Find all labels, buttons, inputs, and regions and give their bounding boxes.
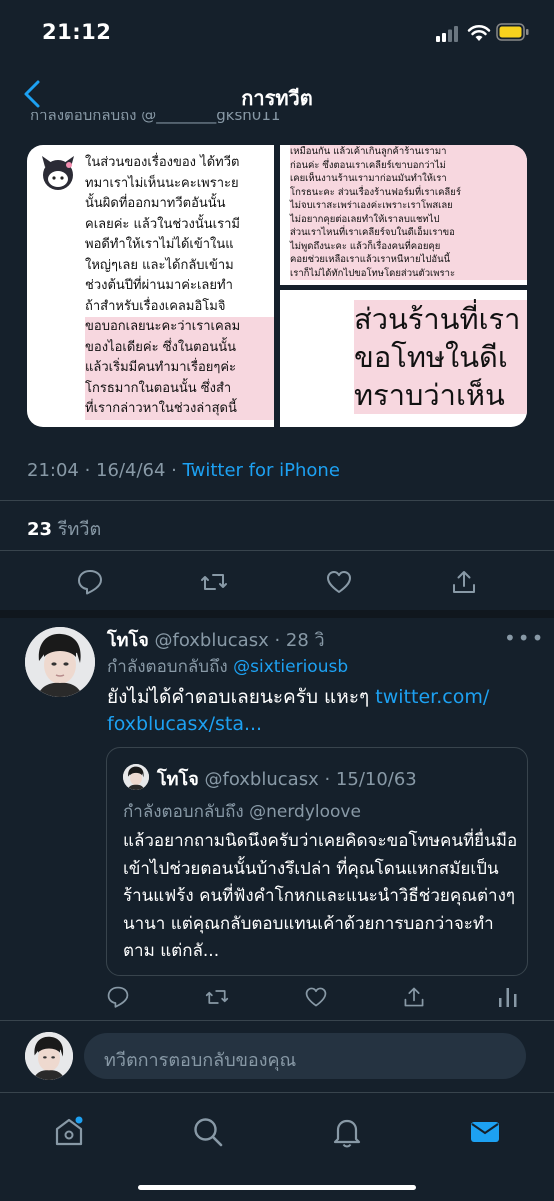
media-image-1[interactable]: ในส่วนของเรื่องของ ได้ทวีตทมาเราไม่เห็นน… bbox=[27, 145, 274, 427]
quoted-avatar-image bbox=[123, 764, 149, 790]
media-text-line: นั้นผิดที่ออกมาทวีตอันนั้น bbox=[85, 196, 226, 211]
page-title: การทวีต bbox=[241, 86, 313, 110]
signal-icon bbox=[436, 26, 458, 42]
my-avatar-image bbox=[25, 1032, 73, 1080]
kuromi-sticker-icon bbox=[42, 156, 74, 190]
media-text-line: ที่เรากล่าวหาในช่วงล่าสุดนี้ bbox=[85, 399, 274, 420]
compose-placeholder: ทวีตการตอบกลับของคุณ bbox=[104, 1050, 297, 1071]
media-text-line: ขอบอกเลยนะคะว่าเราเคลม bbox=[85, 317, 274, 338]
media-text-line: ก่อนค่ะ ซึ่งตอนเราเคลียร์เขาบอกว่าไม่ bbox=[290, 159, 446, 171]
quoted-text: แล้วอยากถามนิดนึงครับว่าเคยคิดจะขอโทษคนท… bbox=[123, 831, 518, 961]
home-icon[interactable] bbox=[52, 1115, 86, 1149]
media-text-line: ขอโทษในดีเ bbox=[354, 340, 508, 374]
media-text-line: ทมาเราไม่เห็นนะคะเพราะย bbox=[85, 175, 239, 191]
section-divider bbox=[0, 610, 554, 618]
divider bbox=[0, 1020, 554, 1021]
media-image-1-text: ในส่วนของเรื่องของ ได้ทวีตทมาเราไม่เห็นน… bbox=[85, 153, 274, 420]
like-icon[interactable] bbox=[304, 985, 328, 1009]
notifications-icon[interactable] bbox=[330, 1115, 364, 1149]
media-text-line: ใหญ่ๆเลย และได้กลับเข้าม bbox=[85, 257, 234, 273]
divider bbox=[0, 500, 554, 501]
status-time: 21:12 bbox=[42, 20, 112, 44]
tweet-time: 21:04 bbox=[27, 460, 79, 481]
reply-icon[interactable] bbox=[106, 985, 130, 1009]
home-indicator bbox=[138, 1185, 416, 1190]
media-image-3[interactable]: ส่วนร้านที่เราขอโทษในดีเทราบว่าเห็น bbox=[280, 290, 527, 427]
clipped-reply-line: กำลังตอบกลับถึง @________gksh011 bbox=[30, 112, 530, 132]
media-text-line: คอยช่วยเหลือเราแล้วเราหนีหายไปอันนี้ bbox=[290, 254, 451, 265]
status-bar: 21:12 bbox=[0, 0, 554, 66]
avatar-image bbox=[25, 627, 95, 697]
media-text-line: เคยเห็นงานร้านเรามาก่อนมันทำให้เรา bbox=[290, 173, 447, 184]
media-text-line: ไม่พูดถึงนะคะ แล้วก็เรื่องคนที่คอยคุย bbox=[290, 240, 441, 252]
clipped-reply-text: กำลังตอบกลับถึง @________gksh011 bbox=[30, 112, 281, 124]
media-text-line: เราก็ไม่ได้ทักไปขอโทษโดยส่วนตัวเพราะ bbox=[290, 267, 456, 279]
wifi-icon bbox=[467, 25, 491, 41]
media-text-line: ในส่วนของเรื่องของ ได้ทวีต bbox=[85, 155, 240, 170]
tweet-date: 16/4/64 bbox=[96, 460, 166, 481]
media-text-line: ของไอเดียค่ะ ซึ่งในตอนนั้น bbox=[85, 337, 274, 358]
my-avatar[interactable] bbox=[25, 1032, 73, 1080]
retweet-count-label: รีทวีต bbox=[57, 519, 102, 540]
reply-time: · 28 วิ bbox=[274, 630, 325, 651]
quoted-date: · 15/10/63 bbox=[324, 769, 417, 790]
battery-icon bbox=[496, 23, 529, 41]
media-text-line: ส่วนเราไหนที่เราเคลียร์จบในดีเอ็มเราขอ bbox=[290, 227, 455, 238]
quoted-avatar bbox=[123, 764, 149, 790]
reply-author-name[interactable]: โทโจ bbox=[107, 630, 149, 651]
media-text-line: แล้วเริ่มมีคนทำมาเรื่อยๆค่ะ bbox=[85, 358, 274, 379]
meta-separator: · bbox=[78, 460, 97, 481]
share-icon[interactable] bbox=[450, 568, 478, 596]
tweet-media[interactable]: ในส่วนของเรื่องของ ได้ทวีตทมาเราไม่เห็นน… bbox=[27, 145, 527, 427]
quoted-replying-to: กำลังตอบกลับถึง @nerdyloove bbox=[123, 798, 361, 825]
tweet-meta: 21:04 · 16/4/64 · Twitter for iPhone bbox=[27, 460, 340, 481]
retweet-count-number: 23 bbox=[27, 519, 53, 540]
divider bbox=[0, 550, 554, 551]
retweet-icon[interactable] bbox=[205, 985, 229, 1009]
replying-to-line: กำลังตอบกลับถึง @sixtieriousb bbox=[107, 653, 348, 680]
meta-separator: · bbox=[165, 460, 183, 481]
retweet-count[interactable]: 23 รีทวีต bbox=[27, 514, 101, 543]
reply-author-handle[interactable]: @foxblucasx bbox=[154, 630, 268, 651]
tweet-client-link[interactable]: Twitter for iPhone bbox=[183, 460, 340, 481]
media-image-2-text: เหมือนกัน แล้วเค้าเกินลูกค้าร้านเรามาก่อ… bbox=[290, 145, 527, 280]
media-text-line: ทราบว่าเห็น bbox=[354, 378, 505, 412]
media-text-line: พอดีทำให้เราไม่ได้เข้าในแ bbox=[85, 237, 234, 252]
messages-icon[interactable] bbox=[468, 1115, 502, 1149]
quoted-header: โทโจ @foxblucasx · 15/10/63 bbox=[157, 764, 417, 793]
analytics-icon[interactable] bbox=[496, 985, 520, 1009]
more-options-icon[interactable]: ••• bbox=[504, 626, 545, 650]
media-text-line: เหมือนกัน แล้วเค้าเกินลูกค้าร้านเรามา bbox=[290, 146, 447, 157]
reply-compose-input[interactable]: ทวีตการตอบกลับของคุณ bbox=[84, 1033, 526, 1079]
like-icon[interactable] bbox=[325, 568, 353, 596]
quoted-tweet[interactable]: โทโจ @foxblucasx · 15/10/63 กำลังตอบกลับ… bbox=[106, 747, 528, 976]
media-text-line: ไม่จบเราสะเพร่าเองค่ะเพราะเราโพสเลย bbox=[290, 200, 453, 211]
media-text-line: ช่วงต้นปีที่ผ่านมาค่ะเลยทำ bbox=[85, 278, 233, 293]
search-icon[interactable] bbox=[191, 1115, 225, 1149]
media-image-3-text: ส่วนร้านที่เราขอโทษในดีเทราบว่าเห็น bbox=[354, 300, 527, 414]
quoted-author-name: โทโจ bbox=[157, 769, 199, 790]
reply-text: ยังไม่ได้คำตอบเลยนะครับ แหะๆ bbox=[107, 686, 370, 708]
replying-to-handle[interactable]: @sixtieriousb bbox=[233, 657, 348, 677]
replying-to-prefix: กำลังตอบกลับถึง bbox=[107, 657, 228, 677]
media-text-line: ไม่อยากคุยต่อเลยทำให้เราลบแชทไป bbox=[290, 213, 440, 225]
media-text-line: ถ้าสำหรับเรื่องเคลมอิโมจิ bbox=[85, 298, 226, 314]
media-text-line: โกรธนะคะ ส่วนเรื่องร้านฟอร์มที่เราเคลียร… bbox=[290, 186, 461, 198]
reply-header: โทโจ @foxblucasx · 28 วิ bbox=[107, 625, 325, 654]
share-icon[interactable] bbox=[402, 985, 426, 1009]
avatar[interactable] bbox=[25, 627, 95, 697]
quoted-replying-prefix: กำลังตอบกลับถึง bbox=[123, 802, 244, 822]
reply-body: ยังไม่ได้คำตอบเลยนะครับ แหะๆ twitter.com… bbox=[107, 684, 517, 738]
media-text-line: ส่วนร้านที่เรา bbox=[354, 302, 521, 336]
retweet-icon[interactable] bbox=[200, 568, 228, 596]
reply-icon[interactable] bbox=[76, 568, 104, 596]
media-image-2[interactable]: เหมือนกัน แล้วเค้าเกินลูกค้าร้านเรามาก่อ… bbox=[280, 145, 527, 285]
media-text-line: โกรธมากในตอนนั้น ซึ่งสำ bbox=[85, 378, 274, 399]
quoted-replying-handle: @nerdyloove bbox=[249, 802, 361, 822]
quoted-author-handle: @foxblucasx bbox=[204, 769, 319, 790]
media-text-line: คเลยค่ะ แล้วในช่วงนั้นเรามี bbox=[85, 216, 240, 232]
